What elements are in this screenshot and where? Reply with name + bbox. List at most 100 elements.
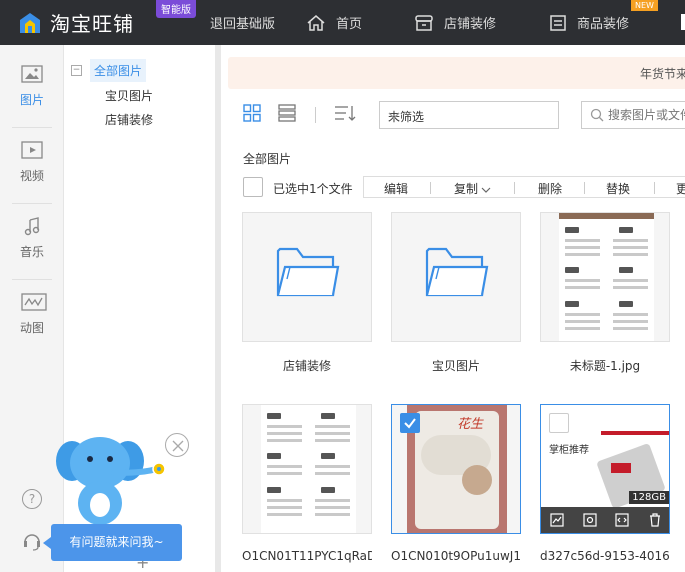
home-icon <box>306 14 326 32</box>
tile-folder-shop-decor[interactable] <box>242 212 372 342</box>
image-icon <box>550 513 564 527</box>
peanut-photo: 花生 <box>407 405 507 533</box>
action-divider <box>654 182 655 194</box>
nav-goods-decor-label: 商品装修 <box>577 17 630 32</box>
rail-item-music-label: 音乐 <box>19 245 44 259</box>
notice-text: 年货节来 <box>639 67 685 81</box>
edition-badge: 智能版 <box>156 0 196 18</box>
selection-actions: 已选中1个文件 编辑 复制 删除 替换 更 <box>243 176 685 198</box>
top-bar: 淘宝旺铺 智能版 退回基础版 首页 店铺装修 商品装修 NEW <box>0 0 685 45</box>
shop-icon <box>414 14 434 32</box>
tile-image-o1cn01t11[interactable] <box>242 404 372 534</box>
search-input[interactable] <box>608 106 685 124</box>
tile-checkbox-checked[interactable] <box>400 413 420 433</box>
tile-name: 未标题-1.jpg <box>569 359 641 373</box>
help-chat-bubble[interactable]: 有问题就来问我~ <box>43 524 182 561</box>
gif-icon <box>21 293 47 313</box>
nutrition-sheet-thumbnail <box>261 405 356 533</box>
brand-logo[interactable]: 淘宝旺铺 <box>18 8 134 37</box>
view-toolbar: 未筛选 <box>221 97 685 133</box>
video-icon <box>21 141 43 161</box>
close-icon[interactable] <box>165 433 189 457</box>
chevron-down-icon <box>481 187 491 193</box>
music-icon <box>21 217 43 237</box>
action-divider <box>514 182 515 194</box>
rename-icon <box>583 513 597 527</box>
nutrition-sheet-thumbnail <box>559 213 654 341</box>
select-all-checkbox[interactable] <box>243 177 263 197</box>
filter-select[interactable]: 未筛选 <box>379 101 559 129</box>
trash-icon <box>649 513 660 527</box>
rail-item-gif-label: 动图 <box>19 321 44 335</box>
rail-divider <box>12 279 52 280</box>
rail-item-video-label: 视频 <box>19 169 44 183</box>
action-divider <box>430 182 431 194</box>
sort-icon[interactable] <box>334 104 356 124</box>
rail-divider <box>12 203 52 204</box>
helper-mascot-elephant[interactable] <box>52 433 172 528</box>
notice-banner[interactable]: 年货节来 <box>228 57 685 89</box>
delete-button[interactable]: 删除 <box>538 180 562 197</box>
tile-name: d327c56d-9153-4016- <box>540 549 670 563</box>
tile-name: 店铺装修 <box>282 359 331 373</box>
nav-back-basic[interactable]: 退回基础版 <box>210 0 275 45</box>
nav-back-basic-label: 退回基础版 <box>210 17 276 32</box>
brand-name: 淘宝旺铺 <box>50 12 134 36</box>
rail-divider <box>12 127 52 128</box>
help-icon[interactable]: ? <box>22 489 42 509</box>
tile-folder-product-images[interactable] <box>391 212 521 342</box>
selection-info: 已选中1个文件 <box>273 182 353 196</box>
copy-button[interactable]: 复制 <box>454 180 491 197</box>
capacity-label: 128GB <box>629 491 669 504</box>
rail-item-images[interactable]: 图片 <box>0 53 64 123</box>
tile-name: 宝贝图片 <box>431 359 480 373</box>
checkmark-icon <box>404 418 416 429</box>
replace-button[interactable]: 替换 <box>606 180 630 197</box>
list-view-icon[interactable] <box>278 104 300 124</box>
rail-item-images-label: 图片 <box>19 93 44 107</box>
new-badge: NEW <box>631 0 658 11</box>
tree-root[interactable]: − 全部图片 <box>71 59 147 82</box>
tree-root-label[interactable]: 全部图片 <box>90 59 147 82</box>
tile-image-peanut-photo[interactable]: 花生 <box>391 404 521 534</box>
edit-button[interactable]: 编辑 <box>384 180 408 197</box>
topbar-edge <box>681 14 685 30</box>
taobao-logo-icon <box>18 11 42 35</box>
tree-item-product-images[interactable]: 宝贝图片 <box>105 87 153 104</box>
copy-button-label: 复制 <box>454 182 479 196</box>
toolbar-divider <box>315 107 316 123</box>
image-icon <box>21 65 43 85</box>
product-title: 掌柜推荐 <box>549 445 589 456</box>
rail-item-gif[interactable]: 动图 <box>0 281 64 351</box>
tile-checkbox[interactable] <box>549 413 569 433</box>
rail-item-video[interactable]: 视频 <box>0 129 64 199</box>
nav-home-label: 首页 <box>336 17 363 32</box>
tile-tools <box>541 507 669 533</box>
nav-shop-decor-label: 店铺装修 <box>444 17 497 32</box>
action-bar: 编辑 复制 删除 替换 更 <box>363 176 685 198</box>
code-icon <box>615 513 629 527</box>
goods-icon <box>549 14 567 32</box>
tree-item-shop-decor[interactable]: 店铺装修 <box>105 111 153 128</box>
tile-image-usb-product[interactable]: 掌柜推荐 128GB <box>540 404 670 534</box>
main-panel: 年货节来 未筛选 全部图片 已选中1个文件 编辑 <box>221 45 685 572</box>
folder-icon <box>424 243 490 304</box>
tile-image-untitled[interactable] <box>540 212 670 342</box>
tile-name: O1CN010t9OPu1uwJ1 <box>391 549 521 563</box>
headset-icon[interactable] <box>22 530 42 555</box>
nav-goods-decor[interactable]: 商品装修 <box>549 0 629 45</box>
nav-home[interactable]: 首页 <box>306 0 362 45</box>
nav-shop-decor[interactable]: 店铺装修 <box>414 0 496 45</box>
grid-view-icon[interactable] <box>243 104 265 124</box>
tile-name: O1CN01T11PYC1qRaD <box>242 549 372 563</box>
folder-icon <box>275 243 341 304</box>
search-icon <box>590 108 604 125</box>
peanut-photo-text: 花生 <box>457 417 484 432</box>
more-button[interactable]: 更 <box>676 180 685 197</box>
collapse-icon[interactable]: − <box>71 65 82 76</box>
rail-item-music[interactable]: 音乐 <box>0 205 64 275</box>
breadcrumb[interactable]: 全部图片 <box>243 150 291 167</box>
action-divider <box>584 182 585 194</box>
search-box[interactable] <box>581 101 685 129</box>
chevron-down-icon <box>388 109 550 123</box>
